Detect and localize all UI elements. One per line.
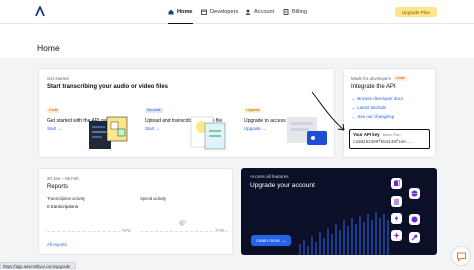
link-tutorials[interactable]: → Latest tutorials [351,105,386,110]
empty-state-icon [179,220,187,226]
user-icon [245,9,251,15]
sparkle-icon [393,232,400,239]
get-started-eyebrow: Get started [47,76,69,81]
developers-badge: Code [394,76,407,81]
developers-title: Integrate the API [351,84,396,90]
pointer-arrow-icon [311,91,345,131]
reports-range: 30 Jan – 06 Feb [47,176,79,181]
link-developer-docs[interactable]: → Browse developer docs [351,96,403,101]
arrow-icon: → [351,105,356,110]
nav-developers-label: Developers [210,9,239,15]
link-label: Browse developer docs [357,96,404,101]
feature-tile-circle [409,214,420,225]
transcription-count: 0 transcriptions [47,204,79,209]
api-key-value[interactable]: c2d8263309f554449f44e... [353,141,413,145]
feature-tile-documents [391,178,402,189]
developers-eyebrow: Made for developers [351,76,392,81]
all-reports-link[interactable]: All reports [47,242,67,247]
feature-tile-list [391,196,402,207]
feature-tile-sparkle [391,230,402,241]
record-icon [411,216,418,223]
code-illustration [89,116,128,149]
documents-icon [394,180,400,186]
api-key-plan: Basic Plan [382,132,401,137]
upgrade-eyebrow: Access all features [250,174,289,179]
lightning-icon [394,215,399,222]
spend-axis-label: Today [215,228,225,232]
waveform-graphic [299,212,389,255]
feature-tile-mic [409,232,420,243]
step-badge: No-code [145,108,163,113]
nav-account-label: Account [254,9,275,15]
arrow-icon: → [351,114,356,119]
home-icon [168,9,174,14]
step-badge: Upgrade [244,108,262,113]
link-label: Latest tutorials [357,105,386,110]
transcription-activity-label: Transcription activity [47,196,86,201]
nav-account[interactable]: Account [245,0,274,24]
nav-billing-label: Billing [292,9,307,15]
transcription-chart-baseline [47,231,131,232]
wrench-icon [411,234,418,241]
chat-icon [456,252,466,262]
transcription-axis-label: Today [121,228,131,232]
feature-tile-lightning [391,213,402,224]
spend-activity-label: Spend activity [140,196,167,201]
upgrade-title: Upgrade your account [250,182,315,189]
feature-tile-globe [409,188,420,199]
globe-icon [411,190,418,197]
nav-billing[interactable]: Billing [283,0,307,24]
arrow-icon: → [351,96,356,101]
logo-icon[interactable] [35,6,45,17]
reports-title: Reports [47,184,69,190]
nav-home-label: Home [177,8,193,15]
learn-more-button[interactable]: Learn more → [251,235,291,246]
get-started-title: Start transcribing your audio or video f… [47,84,169,90]
nav-home[interactable]: Home [168,0,193,24]
help-chat-button[interactable] [451,246,471,266]
receipt-icon [283,9,289,15]
link-changelog[interactable]: → See our changelog [351,114,394,119]
upload-illustration [190,116,226,150]
get-started-card: Get started Start transcribing your audi… [38,68,335,158]
list-icon [394,199,399,205]
page-title: Home [37,43,60,53]
nav-developers[interactable]: Developers [201,0,238,24]
calendar-icon [201,9,207,15]
page-header [0,24,474,58]
reports-card: 30 Jan – 06 Feb Reports Transcription ac… [38,168,233,255]
status-bar-url: https://app.assemblyai.com/upgrade [0,262,76,269]
developers-card: Made for developers Code Integrate the A… [343,68,436,158]
api-key-label: Your API key [353,132,380,137]
upgrade-plan-button[interactable]: Upgrade Plan [395,7,437,17]
step-badge: Code [47,108,60,113]
link-label: See our changelog [357,114,395,119]
api-key-box[interactable]: Your API key Basic Plan c2d8263309f55444… [349,129,430,149]
